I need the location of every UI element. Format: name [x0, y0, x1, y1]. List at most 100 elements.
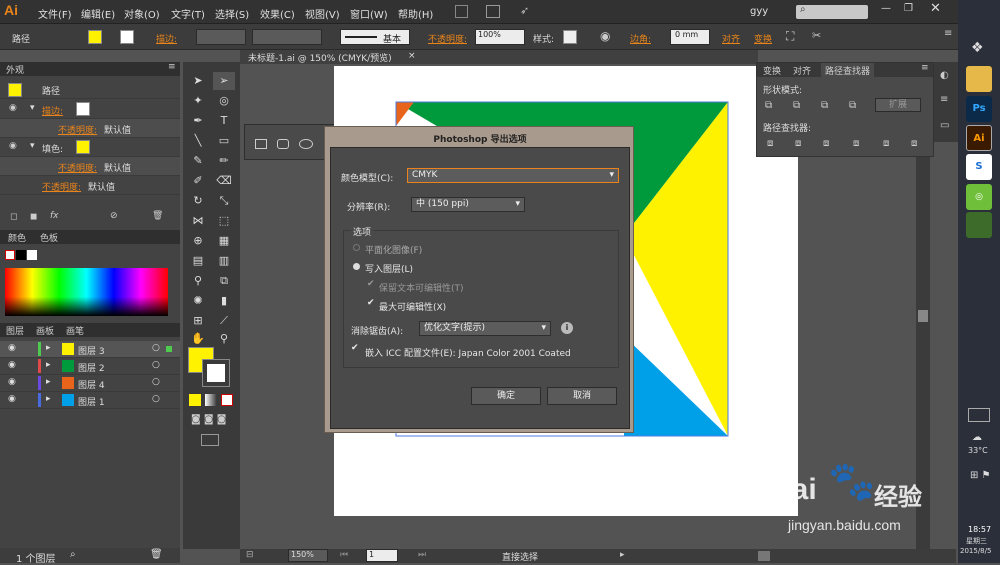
- unite-icon[interactable]: ⧉: [765, 100, 772, 111]
- magic-wand-icon[interactable]: ✦: [187, 92, 209, 110]
- tool-status[interactable]: 直接选择: [502, 550, 538, 563]
- color-mode-icon[interactable]: [189, 394, 201, 406]
- layer-row[interactable]: ◉ ▸ 图层 2 ○: [0, 358, 180, 375]
- tab-artboards[interactable]: 画板: [36, 324, 54, 337]
- clear-appearance-icon[interactable]: ⊘: [110, 211, 118, 221]
- tab-align[interactable]: 对齐: [793, 64, 811, 77]
- rotate-icon[interactable]: ↻: [187, 192, 209, 210]
- eye-icon[interactable]: ◉: [8, 394, 16, 404]
- screen-mode-icon[interactable]: [201, 434, 219, 446]
- menu-type[interactable]: 文字(T): [171, 6, 205, 21]
- color-spectrum[interactable]: [5, 268, 168, 316]
- minus-front-icon[interactable]: ⧉: [793, 100, 800, 111]
- menu-object[interactable]: 对象(O): [124, 6, 160, 21]
- gradient-icon[interactable]: ▥: [213, 252, 235, 270]
- lasso-icon[interactable]: ◎: [213, 92, 235, 110]
- eye-icon[interactable]: ◉: [8, 343, 16, 353]
- pencil-icon[interactable]: ✏: [213, 152, 235, 170]
- fill-attribute-label[interactable]: 填色:: [42, 142, 63, 155]
- isolate-icon[interactable]: ⛶: [786, 29, 794, 44]
- corner-label[interactable]: 边角:: [630, 32, 651, 45]
- none-mode-icon[interactable]: [221, 394, 233, 406]
- eye-icon[interactable]: ◉: [9, 141, 17, 151]
- target-icon[interactable]: ○: [152, 343, 160, 353]
- line-tool-icon[interactable]: ╲: [187, 132, 209, 150]
- scroll-thumb[interactable]: [918, 310, 928, 322]
- appearance-fill-row[interactable]: ◉ ▾ 填色:: [0, 138, 180, 157]
- sogou-icon[interactable]: S: [966, 154, 992, 180]
- image-viewer-icon[interactable]: [966, 212, 992, 238]
- blend-icon[interactable]: ⧉: [213, 272, 235, 290]
- flat-image-label[interactable]: 平面化图像(F): [365, 243, 422, 256]
- fill-swatch[interactable]: [88, 30, 102, 44]
- column-graph-icon[interactable]: ▮: [213, 292, 235, 310]
- target-icon[interactable]: ○: [152, 377, 160, 387]
- none-swatch[interactable]: [5, 250, 15, 260]
- eyedropper-icon[interactable]: ⚲: [187, 272, 209, 290]
- expand-icon[interactable]: ▸: [46, 360, 51, 370]
- artboard-nav-icon[interactable]: ⊟: [246, 550, 254, 560]
- tab-transform[interactable]: 变换: [763, 64, 781, 77]
- trash-icon[interactable]: 🗑: [150, 549, 163, 560]
- menu-view[interactable]: 视图(V): [305, 6, 340, 21]
- black-swatch[interactable]: [16, 250, 26, 260]
- paintbrush-icon[interactable]: ✎: [187, 152, 209, 170]
- wechat-icon[interactable]: ◎: [966, 184, 992, 210]
- ellipse-icon[interactable]: [299, 139, 313, 149]
- opacity-field[interactable]: 100%: [475, 29, 525, 45]
- gradient-panel-icon[interactable]: ▭: [940, 120, 949, 131]
- stroke-opacity-link[interactable]: 不透明度:: [58, 123, 97, 136]
- tab-brushes[interactable]: 画笔: [66, 324, 84, 337]
- status-menu-icon[interactable]: ▸: [620, 550, 625, 560]
- clock-time[interactable]: 18:57: [968, 525, 991, 534]
- shape-builder-icon[interactable]: ⊕: [187, 232, 209, 250]
- resolution-select[interactable]: 中 (150 ppi) ▾: [411, 197, 525, 212]
- trash-icon[interactable]: 🗑: [152, 211, 163, 221]
- stroke-swatch[interactable]: [120, 30, 134, 44]
- file-explorer-icon[interactable]: [966, 66, 992, 92]
- layer-name[interactable]: 图层 2: [78, 361, 105, 374]
- intersect-icon[interactable]: ⧉: [821, 100, 828, 111]
- zoom-tool-icon[interactable]: ⚲: [213, 330, 235, 348]
- selection-tool-icon[interactable]: ➤: [187, 72, 209, 90]
- target-icon[interactable]: ○: [152, 394, 160, 404]
- eye-icon[interactable]: ◉: [8, 360, 16, 370]
- appearance-fill-opacity-row[interactable]: 不透明度: 默认值: [0, 157, 180, 176]
- direct-selection-tool-icon[interactable]: ➢: [213, 72, 235, 90]
- layer-name[interactable]: 图层 4: [78, 378, 105, 391]
- expand-icon[interactable]: ▸: [46, 377, 51, 387]
- color-model-select[interactable]: CMYK ▾: [407, 168, 619, 183]
- eye-icon[interactable]: ◉: [8, 377, 16, 387]
- close-icon[interactable]: ✕: [930, 1, 941, 16]
- layer-row[interactable]: ◉ ▸ 图层 3 ○: [0, 341, 180, 358]
- menu-edit[interactable]: 编辑(E): [81, 6, 115, 21]
- artboard-tool-icon[interactable]: ⊞: [187, 312, 209, 330]
- search-input[interactable]: [796, 5, 868, 19]
- illustrator-icon[interactable]: Ai: [966, 125, 992, 151]
- disclosure-icon[interactable]: ▾: [30, 103, 35, 113]
- locate-object-icon[interactable]: ⌕: [70, 549, 76, 560]
- recolor-artwork-icon[interactable]: ◉: [600, 29, 610, 43]
- exclude-icon[interactable]: ⧉: [849, 100, 856, 111]
- stroke-panel-icon[interactable]: ≡: [940, 94, 948, 105]
- mesh-icon[interactable]: ▤: [187, 252, 209, 270]
- opacity-label[interactable]: 不透明度:: [428, 32, 467, 45]
- corner-field[interactable]: 0 mm: [670, 29, 710, 45]
- minimize-icon[interactable]: —: [881, 3, 891, 14]
- info-icon[interactable]: i: [561, 322, 573, 334]
- layer-row[interactable]: ◉ ▸ 图层 1 ○: [0, 392, 180, 409]
- stroke-weight-field[interactable]: [196, 29, 246, 45]
- stroke-attribute-label[interactable]: 描边:: [42, 104, 63, 117]
- embed-icc-checkbox[interactable]: ✔: [351, 343, 359, 353]
- rectangle-tool-icon[interactable]: ▭: [213, 132, 235, 150]
- expand-icon[interactable]: ▸: [46, 394, 51, 404]
- stroke-swatch[interactable]: [76, 102, 90, 116]
- document-tab[interactable]: 未标题-1.ai @ 150% (CMYK/预览): [248, 51, 392, 64]
- panel-menu-icon[interactable]: ≡: [944, 28, 952, 39]
- add-stroke-icon[interactable]: ◻: [10, 212, 17, 222]
- blob-brush-icon[interactable]: ✐: [187, 172, 209, 190]
- appearance-stroke-row[interactable]: ◉ ▾ 描边:: [0, 100, 180, 119]
- hand-tool-icon[interactable]: ✋: [187, 330, 209, 348]
- layer-name[interactable]: 图层 1: [78, 395, 105, 408]
- add-fill-icon[interactable]: ◼: [30, 212, 37, 222]
